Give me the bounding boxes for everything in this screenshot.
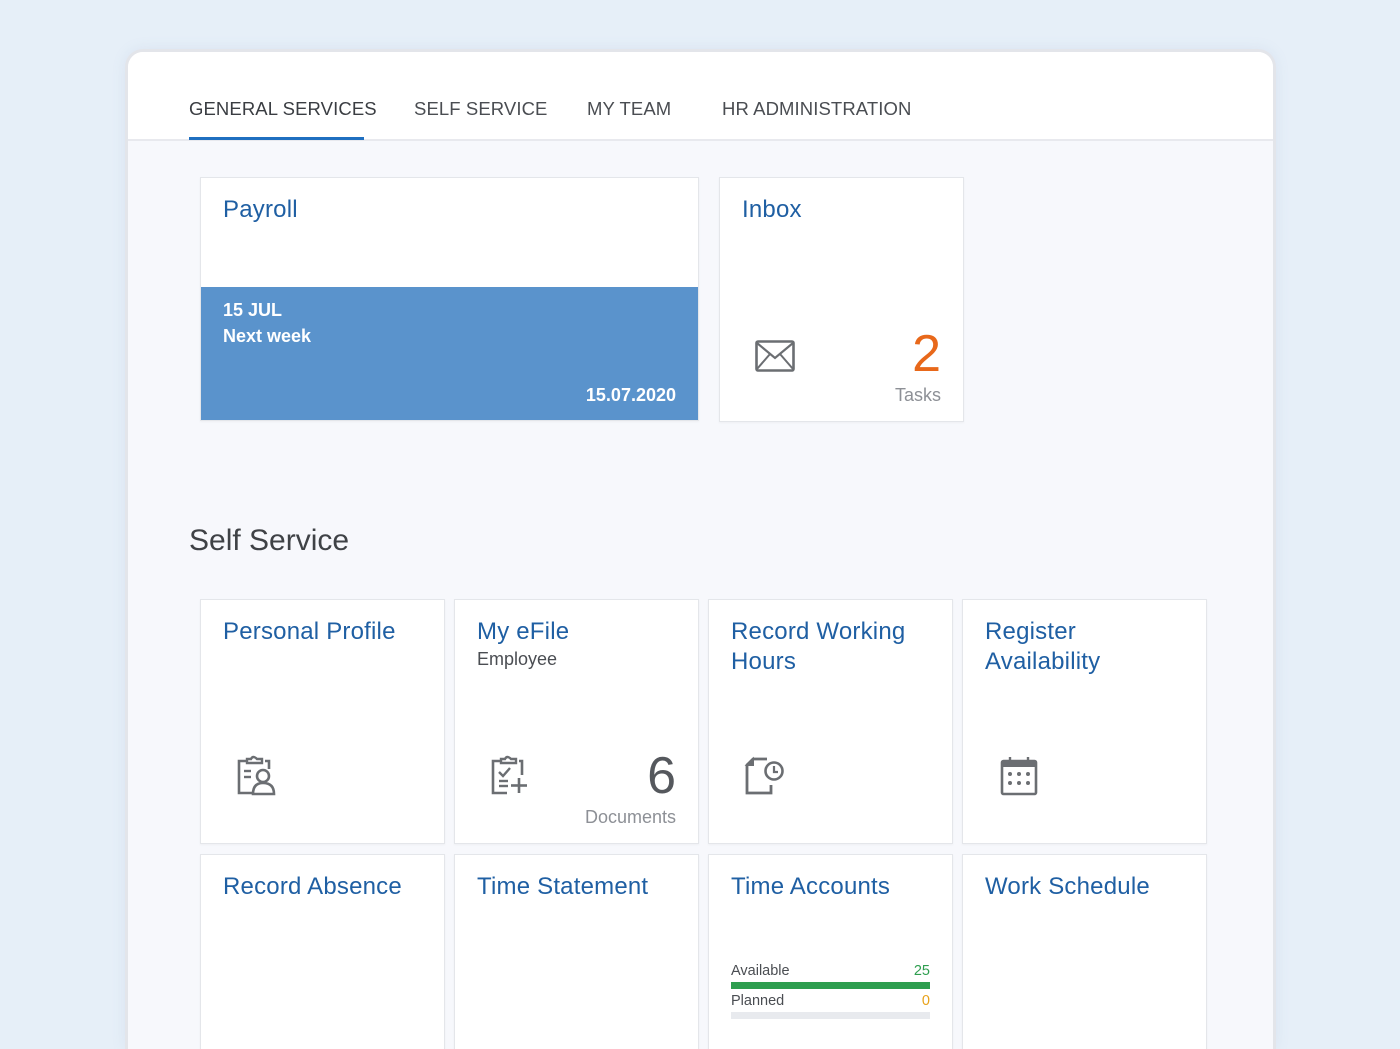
time-account-label: Available (731, 963, 790, 979)
payroll-date-short: 15 JUL (223, 300, 283, 320)
time-account-bar (731, 1012, 930, 1019)
payroll-tile[interactable]: Payroll 15 JUL Next week 15.07.2020 (200, 177, 699, 421)
time-account-row-available: Available 25 (731, 963, 930, 993)
tab-hr-administration[interactable]: HR ADMINISTRATION (722, 98, 911, 120)
time-account-value: 0 (921, 993, 930, 1009)
time-account-value: 25 (913, 963, 930, 979)
calendar-icon (1000, 757, 1038, 796)
tile-title: Record Working Hours (731, 618, 906, 675)
my-efile-tile[interactable]: My eFile Employee 6 Documents (454, 599, 699, 844)
inbox-title: Inbox (742, 196, 802, 223)
tile-title: Time Accounts (731, 873, 891, 900)
tile-subtitle: Employee (477, 649, 558, 669)
inbox-task-unit: Tasks (894, 385, 941, 405)
payroll-title: Payroll (223, 196, 298, 223)
document-clock-icon (744, 756, 784, 795)
time-account-bar-fill (731, 982, 930, 989)
time-account-label: Planned (731, 993, 785, 1009)
tab-my-team[interactable]: MY TEAM (587, 98, 671, 120)
tile-title: Time Statement (477, 873, 649, 900)
tab-bar: GENERAL SERVICES SELF SERVICE MY TEAM HR… (128, 52, 1273, 141)
efile-document-count: 6 (647, 747, 676, 805)
active-tab-indicator (189, 137, 364, 140)
payroll-date-band: 15 JUL Next week 15.07.2020 (201, 287, 698, 420)
time-statement-tile[interactable]: Time Statement (454, 854, 699, 1049)
app-window: GENERAL SERVICES SELF SERVICE MY TEAM HR… (125, 49, 1276, 1049)
work-schedule-tile[interactable]: Work Schedule (962, 854, 1207, 1049)
tile-title: Record Absence (223, 873, 402, 900)
tile-title: Personal Profile (223, 618, 396, 645)
tile-title: Register Availability (985, 618, 1101, 675)
register-availability-tile[interactable]: Register Availability (962, 599, 1207, 844)
tile-title: Work Schedule (985, 873, 1150, 900)
envelope-icon (755, 340, 795, 372)
time-account-row-planned: Planned 0 (731, 993, 930, 1023)
self-service-section-title: Self Service (189, 524, 350, 557)
clipboard-check-add-icon (491, 755, 527, 795)
tab-general-services[interactable]: GENERAL SERVICES (189, 98, 377, 120)
time-account-bar (731, 982, 930, 989)
tile-title: My eFile (477, 618, 570, 645)
time-accounts-tile[interactable]: Time Accounts Available 25 Planned 0 (708, 854, 953, 1049)
personal-profile-tile[interactable]: Personal Profile (200, 599, 445, 844)
inbox-task-count: 2 (912, 325, 941, 383)
clipboard-person-icon (237, 755, 276, 796)
efile-document-unit: Documents (584, 807, 676, 827)
payroll-full-date: 15.07.2020 (585, 385, 676, 405)
tab-self-service[interactable]: SELF SERVICE (414, 98, 548, 120)
record-absence-tile[interactable]: Record Absence (200, 854, 445, 1049)
record-working-hours-tile[interactable]: Record Working Hours (708, 599, 953, 844)
payroll-relative-date: Next week (223, 326, 312, 346)
inbox-tile[interactable]: Inbox 2 Tasks (719, 177, 964, 422)
